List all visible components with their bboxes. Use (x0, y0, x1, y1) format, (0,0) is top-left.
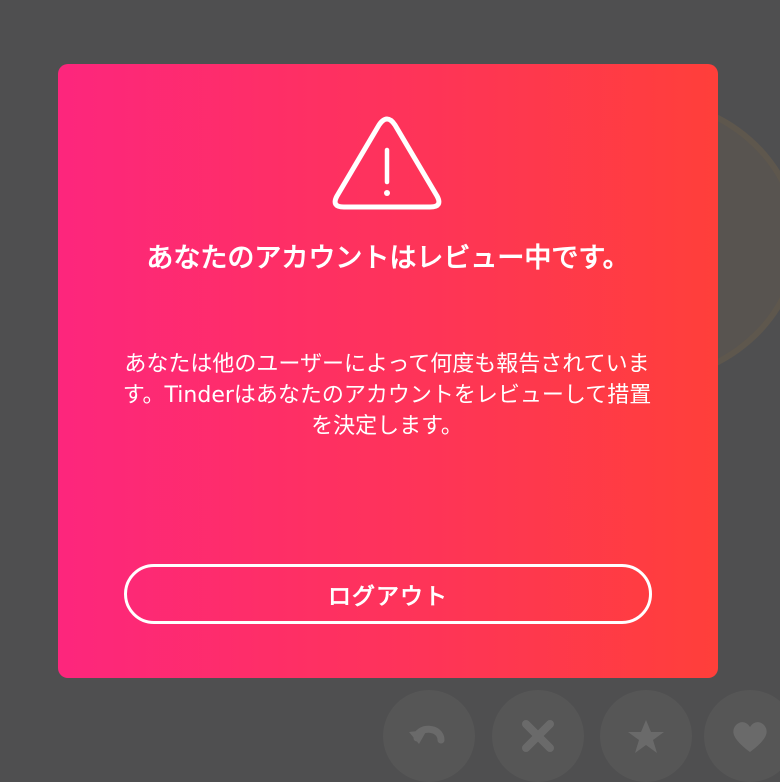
heart-icon (733, 722, 767, 752)
close-icon (522, 720, 554, 752)
modal-title: あなたのアカウントはレビュー中です。 (146, 243, 630, 274)
modal-message: あなたは他のユーザーによって何度も報告されています。Tinderはあなたのアカウ… (122, 352, 652, 439)
superlike-button (600, 690, 692, 782)
like-button (704, 690, 780, 782)
star-icon (628, 720, 664, 753)
rewind-button (383, 690, 475, 782)
account-review-modal: あなたのアカウントはレビュー中です。 あなたは他のユーザーによって何度も報告され… (58, 64, 718, 678)
logout-button[interactable]: ログアウト (124, 564, 652, 624)
nope-button (492, 690, 584, 782)
rewind-icon (409, 725, 445, 744)
warning-triangle-icon (332, 116, 442, 210)
